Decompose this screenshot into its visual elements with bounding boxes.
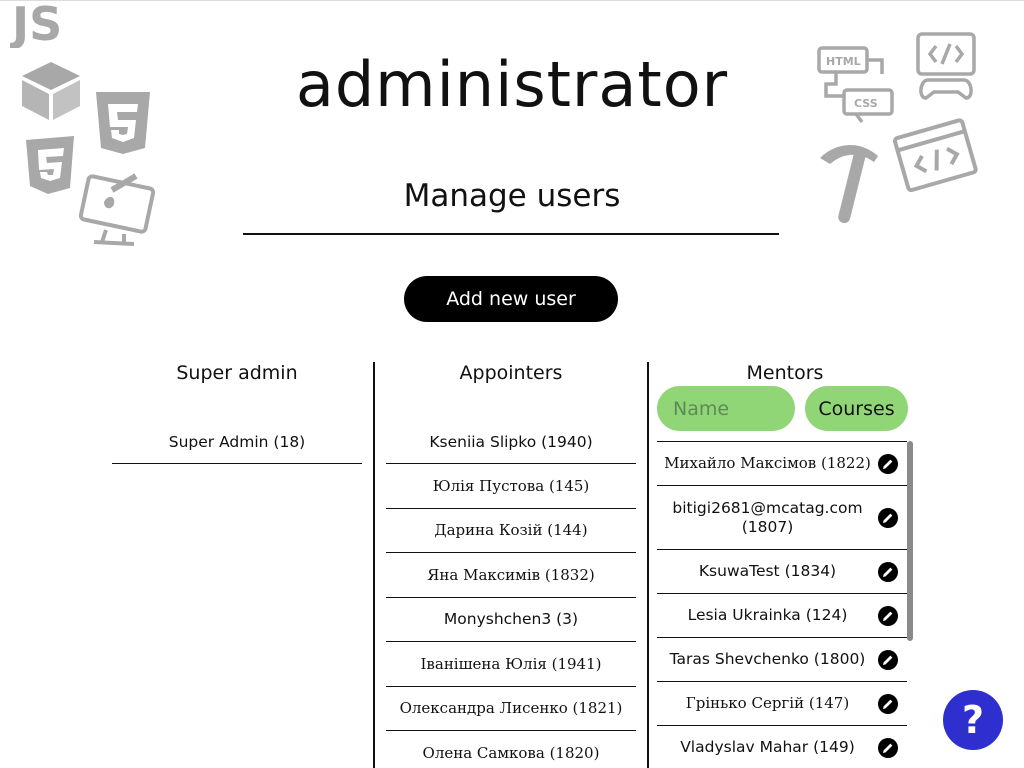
super-admin-header: Super admin	[176, 362, 298, 384]
user-name: Юлія Пустова (145)	[432, 476, 590, 495]
list-item[interactable]: Олена Самкова (1820)	[386, 731, 636, 768]
user-name: Kseniia Slipko (1940)	[429, 432, 593, 451]
list-item[interactable]: Яна Максимів (1832)	[386, 553, 636, 598]
user-name: Яна Максимів (1832)	[427, 565, 595, 584]
user-name: Monyshchen3 (3)	[443, 610, 579, 629]
mentor-name: Taras Shevchenko (1800)	[669, 650, 866, 668]
list-item[interactable]: Taras Shevchenko (1800)	[657, 638, 907, 682]
mentor-name: bitigi2681@mcatag.com (1807)	[672, 498, 863, 536]
list-item[interactable]: Дарина Козій (144)	[386, 509, 636, 553]
svg-text:JS: JS	[10, 0, 62, 48]
user-name: Super Admin (18)	[168, 432, 306, 451]
pencil-icon[interactable]	[878, 737, 898, 758]
mentor-name: Lesia Ukrainka (124)	[687, 606, 848, 624]
appointers-list: Kseniia Slipko (1940) Юлія Пустова (145)…	[386, 420, 636, 768]
list-item[interactable]: Михайло Максімов (1822)	[657, 442, 907, 486]
user-name: Іванішена Юлія (1941)	[420, 654, 602, 673]
user-name: Дарина Козій (144)	[434, 521, 588, 540]
list-item[interactable]: Monyshchen3 (3)	[386, 598, 636, 642]
top-border	[0, 0, 1024, 1]
user-name: Олександра Лисенко (1821)	[399, 699, 623, 718]
list-item[interactable]: Kseniia Slipko (1940)	[386, 420, 636, 464]
mentor-name: KsuwaTest (1834)	[698, 562, 837, 580]
mentor-name: Vladyslav Mahar (149)	[680, 738, 855, 756]
pencil-icon[interactable]	[878, 693, 898, 714]
appointers-header: Appointers	[459, 362, 563, 384]
mentor-name: Грінько Сергій (147)	[685, 694, 850, 712]
mentors-scrollbar[interactable]	[907, 441, 913, 641]
pencil-icon[interactable]	[878, 507, 898, 528]
name-filter-input[interactable]: Name	[657, 386, 795, 431]
mentors-header: Mentors	[746, 362, 824, 384]
list-item[interactable]: Юлія Пустова (145)	[386, 464, 636, 509]
section-title: Manage users	[403, 178, 621, 214]
help-button[interactable]: ?	[943, 690, 1003, 750]
page: JS HTML CSS administrator Manage users A…	[0, 0, 1024, 768]
list-item[interactable]: KsuwaTest (1834)	[657, 550, 907, 594]
list-item[interactable]: Super Admin (18)	[112, 420, 362, 464]
list-item[interactable]: Олександра Лисенко (1821)	[386, 687, 636, 731]
mentors-list: Михайло Максімов (1822) bitigi2681@mcata…	[657, 441, 907, 768]
pencil-icon[interactable]	[878, 561, 898, 582]
column-divider	[647, 362, 649, 768]
courses-filter-button[interactable]: Courses	[805, 386, 908, 431]
list-item[interactable]: Lesia Ukrainka (124)	[657, 594, 907, 638]
list-item[interactable]: Іванішена Юлія (1941)	[386, 642, 636, 687]
pencil-icon[interactable]	[878, 605, 898, 626]
page-title: administrator	[295, 48, 729, 121]
list-item[interactable]: Vladyslav Mahar (149)	[657, 726, 907, 768]
pencil-icon[interactable]	[878, 649, 898, 670]
list-item[interactable]: Грінько Сергій (147)	[657, 682, 907, 726]
section-title-underline	[243, 233, 779, 235]
user-name: Олена Самкова (1820)	[422, 743, 600, 762]
mentor-name: Михайло Максімов (1822)	[664, 454, 871, 472]
add-new-user-button[interactable]: Add new user	[404, 276, 618, 322]
js-icon: JS	[10, 0, 62, 48]
super-admin-list: Super Admin (18)	[112, 420, 362, 464]
pencil-icon[interactable]	[878, 453, 898, 474]
list-item[interactable]: bitigi2681@mcatag.com (1807)	[657, 486, 907, 550]
column-divider	[373, 362, 375, 768]
